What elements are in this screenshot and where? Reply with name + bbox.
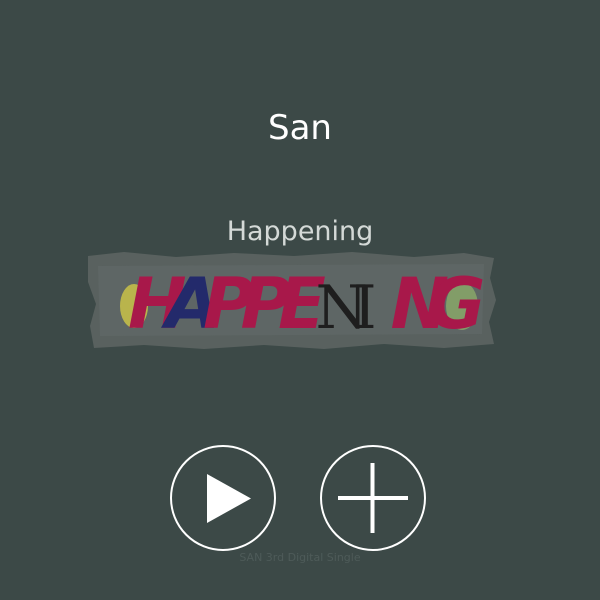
add-button[interactable] — [320, 445, 426, 551]
plus-icon — [338, 463, 408, 533]
cover-letter-i: I — [353, 273, 377, 343]
play-button[interactable] — [170, 445, 276, 551]
track-title: Happening — [226, 216, 374, 247]
artist-name: San — [268, 108, 332, 148]
cover-letter-g: G — [428, 263, 485, 345]
player-screen: San Happening HAPPENING SAN 3rd Digital … — [0, 0, 600, 600]
cover-art: HAPPENING — [84, 248, 498, 352]
album-caption: SAN 3rd Digital Single — [239, 551, 361, 564]
play-icon — [207, 474, 251, 523]
cover-art-logo: HAPPENI NG — [88, 252, 496, 349]
